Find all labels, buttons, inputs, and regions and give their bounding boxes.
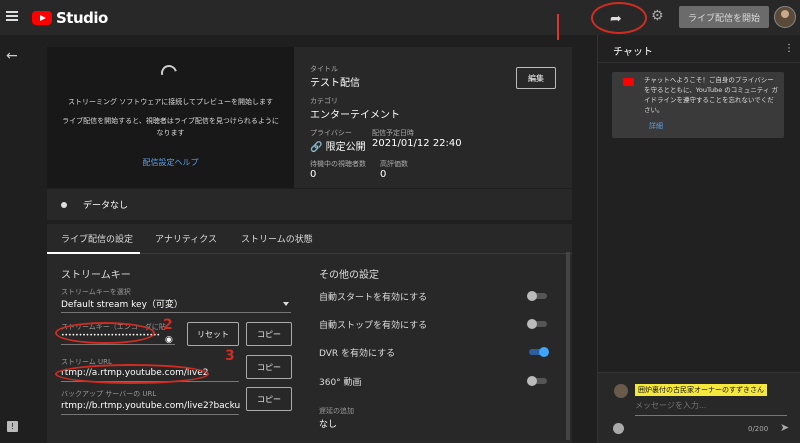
char-counter: 0/200 <box>748 425 769 433</box>
privacy-label: プライバシー <box>310 129 352 137</box>
welcome-message: チャットへようこそ！ご自身のプライバシーを守るとともに、YouTube のコミュ… <box>644 76 778 114</box>
auto-start-toggle[interactable] <box>527 291 549 301</box>
likes-label: 高評価数 <box>380 160 408 168</box>
chat-input-area: 囲炉裏付の古民家オーナーのすずきさん 0/200 ➤ <box>598 372 800 443</box>
360-video-label: 360° 動画 <box>319 378 362 388</box>
other-settings-heading: その他の設定 <box>319 270 379 281</box>
emoji-icon[interactable] <box>613 423 624 434</box>
back-arrow-icon[interactable]: ← <box>6 48 18 64</box>
share-icon[interactable]: ➦ <box>610 11 622 27</box>
active-tab-indicator <box>47 252 140 254</box>
waiting-label: 待機中の視聴者数 <box>310 160 366 168</box>
backup-url-field[interactable]: rtmp://b.rtmp.youtube.com/live2?backup= <box>61 401 241 411</box>
tab-analytics[interactable]: アナリティクス <box>155 232 217 245</box>
auto-stop-label: 自動ストップを有効にする <box>319 321 428 331</box>
details-link[interactable]: 詳細 <box>649 121 663 131</box>
likes-value: 0 <box>380 169 387 180</box>
youtube-logo-icon <box>32 11 52 25</box>
annotation-red-line <box>557 14 559 40</box>
delay-value[interactable]: なし <box>319 417 337 430</box>
studio-logo[interactable]: Studio <box>32 9 108 27</box>
chat-input-underline <box>635 415 787 416</box>
chat-header: チャット ⋮ <box>598 35 800 63</box>
status-dot <box>61 201 67 208</box>
kebab-icon[interactable]: ⋮ <box>784 43 794 54</box>
avatar[interactable] <box>774 6 796 28</box>
help-icon[interactable]: ! <box>7 421 18 432</box>
stream-info-panel: タイトル テスト配信 カテゴリ エンターテイメント プライバシー 🔗 限定公開 … <box>294 47 572 188</box>
waiting-value: 0 <box>310 169 317 180</box>
copy-key-button[interactable]: コピー <box>246 322 292 346</box>
select-key-label: ストリームキーを選択 <box>61 288 131 296</box>
chat-message-input[interactable] <box>635 401 787 410</box>
start-stream-button[interactable]: ライブ配信を開始 <box>679 6 769 28</box>
hamburger-icon[interactable] <box>6 11 18 21</box>
auto-stop-toggle[interactable] <box>527 319 549 329</box>
settings-help-link[interactable]: 配信設定ヘルプ <box>47 157 294 168</box>
chat-username: 囲炉裏付の古民家オーナーのすずきさん <box>635 384 767 396</box>
avatar <box>614 384 628 398</box>
loading-spinner <box>158 62 180 84</box>
annotation-oval-key <box>55 322 155 344</box>
reset-button[interactable]: リセット <box>187 322 239 346</box>
logo-text: Studio <box>56 9 108 27</box>
select-underline <box>61 312 291 313</box>
chat-title: チャット <box>613 47 653 58</box>
backup-underline <box>61 414 239 415</box>
dvr-label: DVR を有効にする <box>319 349 396 359</box>
annotation-mark-2: 2 <box>163 317 173 333</box>
status-text: データなし <box>83 201 129 211</box>
dvr-toggle[interactable] <box>527 347 549 357</box>
stream-key-select[interactable]: Default stream key（可変） <box>61 297 183 310</box>
preview-panel: ストリーミング ソフトウェアに接続してプレビューを開始します ライブ配信を開始す… <box>47 47 294 188</box>
edit-button[interactable]: 編集 <box>516 67 556 89</box>
copy-backup-button[interactable]: コピー <box>246 387 292 411</box>
tab-stream-health[interactable]: ストリームの状態 <box>241 232 313 245</box>
360-video-toggle[interactable] <box>527 376 549 386</box>
settings-tabs: ライブ配信の設定 アナリティクス ストリームの状態 <box>47 224 572 254</box>
youtube-logo-icon <box>623 78 634 86</box>
scheduled-label: 配信予定日時 <box>372 129 414 137</box>
stream-title: テスト配信 <box>310 78 360 89</box>
dropdown-caret-icon[interactable] <box>283 302 289 306</box>
stream-status-bar: データなし <box>47 188 572 220</box>
preview-message-3: なります <box>156 129 185 137</box>
backup-url-label: バックアップ サーバーの URL <box>61 390 157 398</box>
privacy-value: 🔗 限定公開 <box>310 138 366 153</box>
title-label: タイトル <box>310 65 338 73</box>
preview-message: ストリーミング ソフトウェアに接続してプレビューを開始します <box>67 98 273 106</box>
annotation-oval-url <box>55 364 209 384</box>
preview-message-2: ライブ配信を開始すると、視聴者はライブ配信を見つけられるように <box>62 117 279 125</box>
chat-welcome-card: チャットへようこそ！ご自身のプライバシーを守るとともに、YouTube のコミュ… <box>612 72 784 138</box>
link-icon: 🔗 <box>310 142 323 153</box>
eye-icon[interactable]: ◉ <box>165 335 173 345</box>
tab-stream-settings[interactable]: ライブ配信の設定 <box>61 232 133 245</box>
key-underline <box>61 344 175 345</box>
auto-start-label: 自動スタートを有効にする <box>319 293 428 303</box>
category-value: エンターテイメント <box>310 110 400 121</box>
delay-label: 遅延の追加 <box>319 407 354 415</box>
settings-panel: ライブ配信の設定 アナリティクス ストリームの状態 ストリームキー ストリームキ… <box>47 224 572 443</box>
stream-key-heading: ストリームキー <box>61 270 131 281</box>
annotation-circle: ➦ <box>591 2 647 34</box>
scheduled-value: 2021/01/12 22:40 <box>372 138 462 149</box>
settings-scrollbar[interactable] <box>566 252 570 440</box>
copy-url-button[interactable]: コピー <box>246 355 292 379</box>
gear-icon[interactable]: ⚙ <box>651 8 664 24</box>
chat-panel: チャット ⋮ チャットへようこそ！ご自身のプライバシーを守るとともに、YouTu… <box>597 35 800 443</box>
privacy-text: 限定公開 <box>325 142 366 153</box>
category-label: カテゴリ <box>310 97 338 105</box>
annotation-mark-3: 3 <box>225 348 235 364</box>
send-icon[interactable]: ➤ <box>780 421 789 434</box>
